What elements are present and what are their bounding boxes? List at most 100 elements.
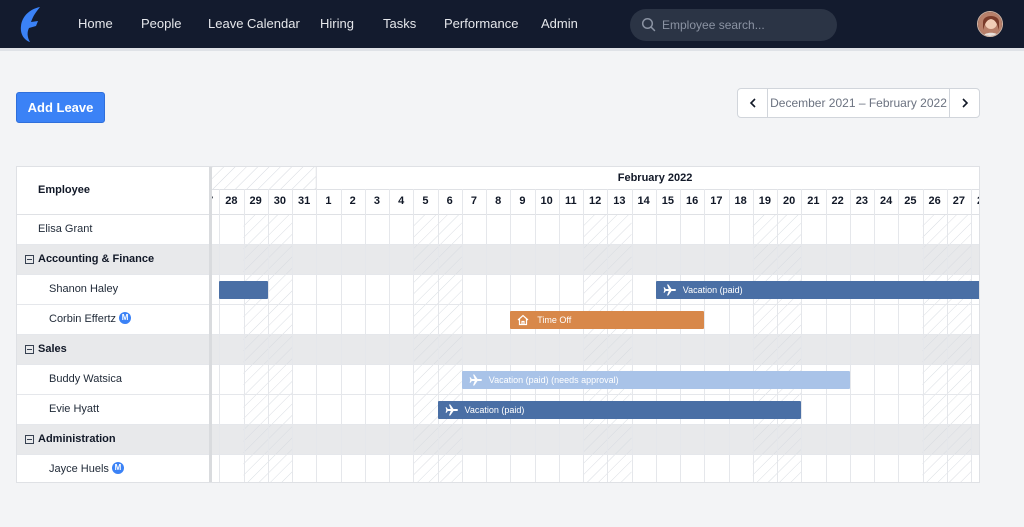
nav-hiring[interactable]: Hiring [320,16,354,32]
next-range-button[interactable] [949,89,979,117]
group-name: Administration [38,433,116,445]
airplane-icon [663,284,676,296]
weekend-column [243,215,268,482]
day-header: 26 [928,195,941,207]
group-row[interactable]: Administration [17,425,209,455]
top-navigation: Home People Leave Calendar Hiring Tasks … [0,0,1024,48]
day-header: 25 [904,195,917,207]
day-header: 18 [734,195,747,207]
leave-event-label: Vacation (paid) (needs approval) [488,375,619,385]
collapse-group-icon[interactable] [25,345,34,354]
employee-name: Shanon Haley [49,283,119,295]
day-header: 27 [212,195,219,207]
leave-event[interactable] [219,281,268,299]
employee-name: Buddy Watsica [49,373,122,385]
nav-admin[interactable]: Admin [541,16,578,32]
nav-performance[interactable]: Performance [444,16,518,32]
day-header: 22 [831,195,844,207]
day-header: 11 [565,195,577,207]
employee-name: Corbin Effertz M [49,305,132,334]
weekend-column [267,215,292,482]
airplane-icon [445,404,458,416]
day-header: 5 [422,195,429,207]
day-header: 15 [661,195,674,207]
leave-event[interactable]: Vacation (paid) [437,401,802,419]
day-header: 28 [225,195,238,207]
weekend-column [607,215,632,482]
group-row[interactable]: Sales [17,335,209,365]
date-range-picker: December 2021 – February 2022 [737,88,980,118]
day-header: 10 [540,195,553,207]
group-row[interactable]: Accounting & Finance [17,245,209,275]
employee-row[interactable]: Evie Hyatt [17,395,209,425]
employee-name: Jayce Huels M [49,455,124,482]
day-header: 9 [519,195,526,207]
day-header: 12 [589,195,602,207]
day-header: 7 [470,195,477,207]
weekend-column [752,215,777,482]
out-of-range-header [212,167,317,189]
leave-event-label: Vacation (paid) [464,405,525,415]
search-input[interactable] [662,9,832,41]
day-header: 17 [710,195,723,207]
employee-column-header: Employee [17,167,209,215]
employee-search[interactable] [630,9,837,41]
weekend-column [413,215,438,482]
day-header: 28 [971,195,979,207]
timeline: February 2022 27282930311234567891011121… [212,167,979,482]
previous-range-button[interactable] [738,89,768,117]
day-header: 14 [637,195,650,207]
day-header: 24 [880,195,893,207]
leave-event[interactable]: Time Off [510,311,705,329]
day-header: 30 [273,195,286,207]
user-avatar[interactable] [977,11,1003,37]
nav-home[interactable]: Home [78,16,113,32]
weekend-column [946,215,971,482]
chevron-right-icon [962,98,969,108]
employee-row[interactable]: Jayce Huels M [17,455,209,482]
day-header: 20 [783,195,796,207]
add-leave-button[interactable]: Add Leave [16,92,105,123]
leave-event-label: Vacation (paid) [682,285,743,295]
weekend-column [777,215,802,482]
employee-row[interactable]: Shanon Haley [17,275,209,305]
nav-tasks[interactable]: Tasks [383,16,416,32]
manager-badge: M [119,312,132,325]
month-header: February 2022 [617,172,693,184]
leave-event[interactable]: Vacation (paid) [655,281,979,299]
day-header: 2 [349,195,356,207]
employee-row[interactable]: Elisa Grant [17,215,209,245]
day-header: 6 [446,195,453,207]
day-header: 29 [249,195,262,207]
nav-people[interactable]: People [141,16,181,32]
weekend-column [437,215,462,482]
day-header: 19 [758,195,771,207]
employee-row[interactable]: Buddy Watsica [17,365,209,395]
collapse-group-icon[interactable] [25,435,34,444]
app-logo[interactable] [14,4,46,44]
day-header: 13 [613,195,626,207]
leave-event[interactable]: Vacation (paid) (needs approval) [461,371,850,389]
nav-leave-calendar[interactable]: Leave Calendar [208,16,300,32]
day-header: 4 [398,195,405,207]
day-header: 31 [298,195,311,207]
employee-name: Evie Hyatt [49,403,100,415]
nav-divider [0,48,1024,51]
chevron-left-icon [749,98,756,108]
date-range-label: December 2021 – February 2022 [770,96,947,110]
house-icon [517,314,529,326]
day-header: 23 [855,195,868,207]
employee-column: Employee Elisa Grant Accounting & Finance… [17,167,209,482]
weekend-column [583,215,608,482]
day-header: 1 [325,195,332,207]
leave-event-label: Time Off [537,315,572,325]
day-header: 3 [373,195,380,207]
weekend-column [922,215,947,482]
employee-row[interactable]: Corbin Effertz M [17,305,209,335]
day-header: 21 [807,195,820,207]
employee-header-label: Employee [38,184,90,196]
collapse-group-icon[interactable] [25,255,34,264]
search-icon [641,17,656,32]
day-header: 27 [952,195,965,207]
group-name: Accounting & Finance [38,253,155,265]
